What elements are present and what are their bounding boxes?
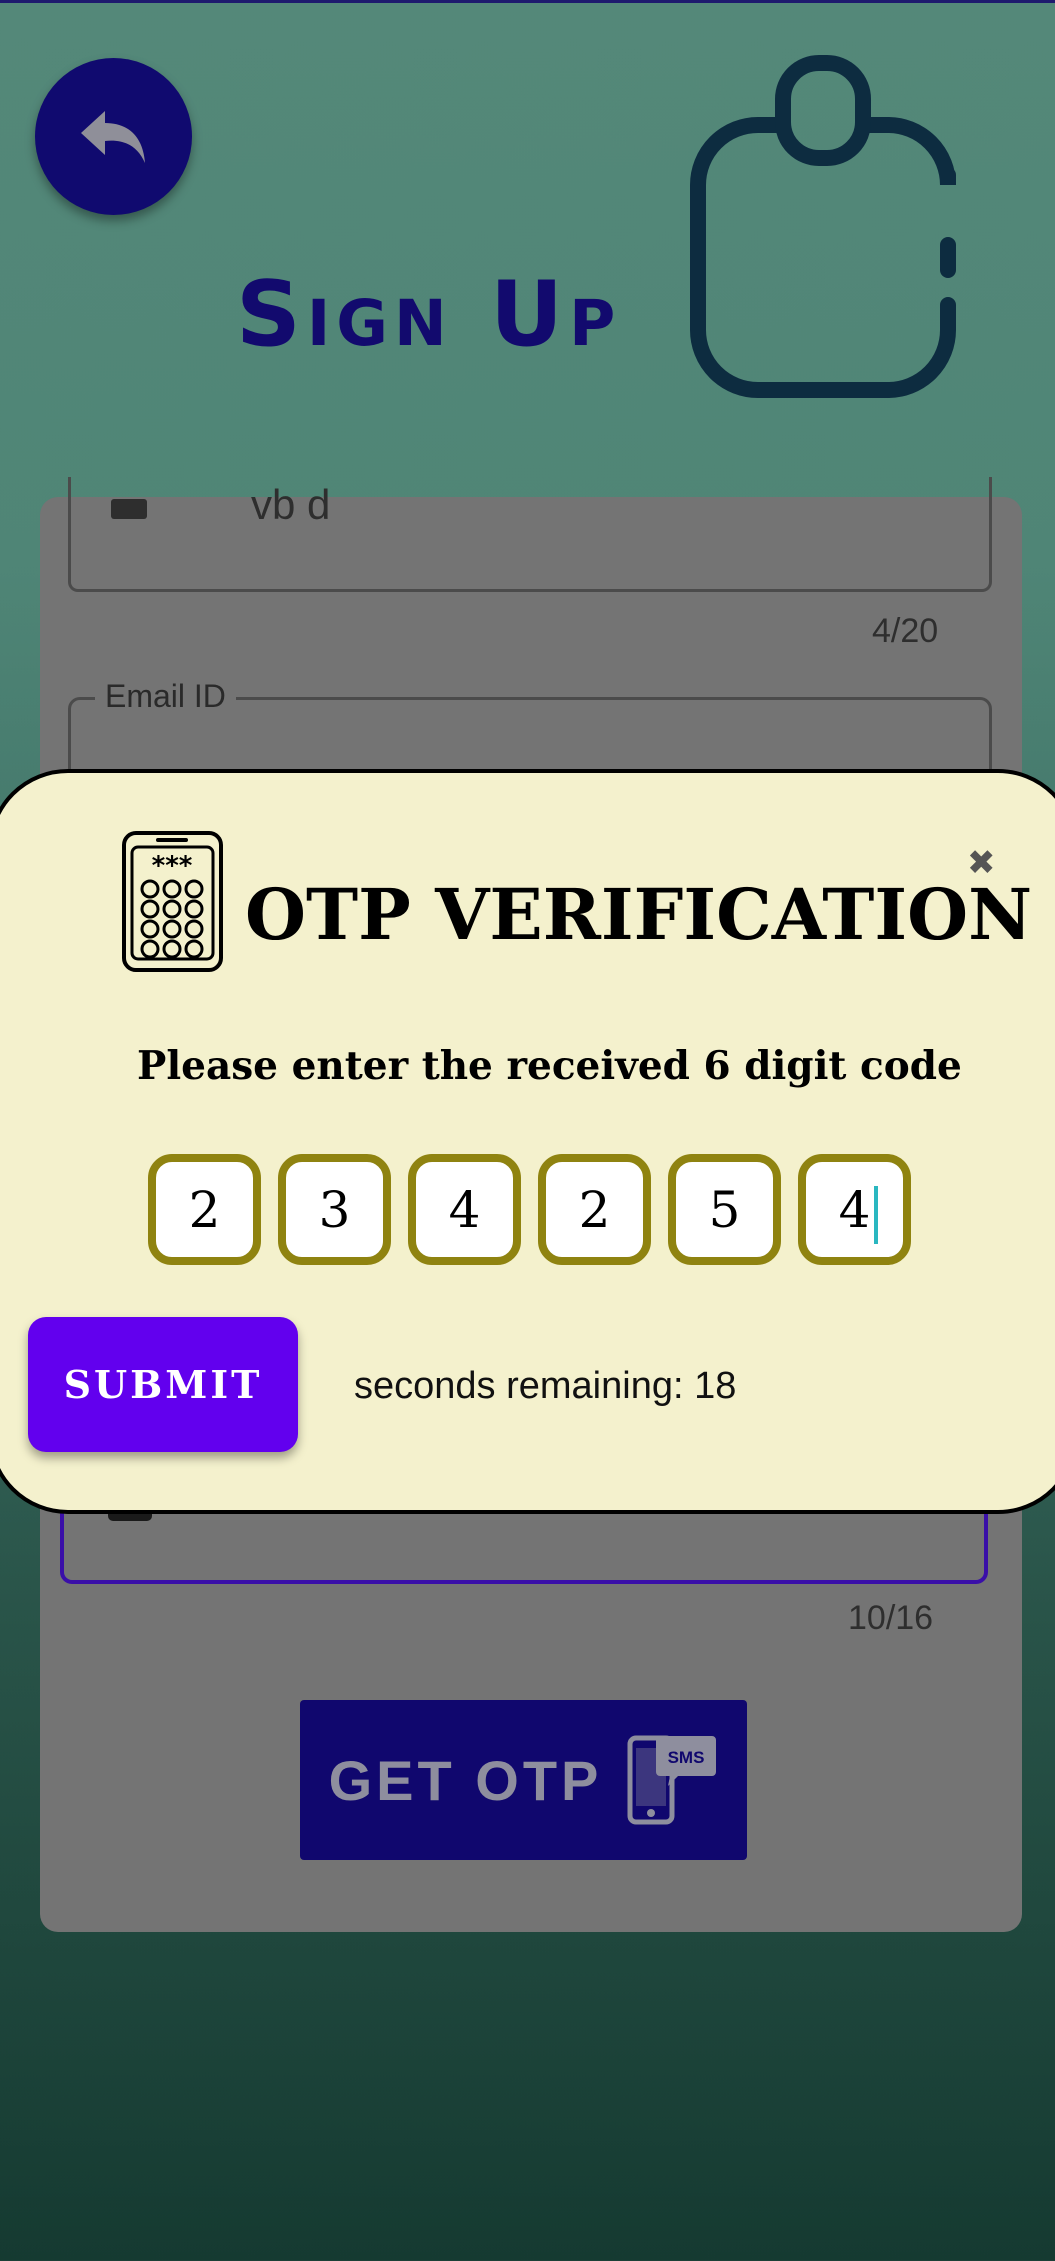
back-arrow-icon bbox=[80, 110, 145, 163]
back-button[interactable] bbox=[35, 58, 192, 215]
clipboard-icon bbox=[690, 55, 956, 398]
otp-digit-input[interactable]: 3 bbox=[278, 1154, 391, 1265]
email-label: Email ID bbox=[95, 678, 236, 715]
otp-digit-input[interactable]: 4 bbox=[408, 1154, 521, 1265]
sms-phone-icon: SMS bbox=[627, 1735, 717, 1825]
page-title: Sign Up bbox=[236, 262, 622, 367]
countdown-timer: seconds remaining: 18 bbox=[354, 1365, 737, 1407]
otp-digit-input[interactable]: 2 bbox=[148, 1154, 261, 1265]
name-value: vb d bbox=[251, 481, 331, 528]
text-caret bbox=[874, 1186, 878, 1244]
get-otp-label: GET OTP bbox=[328, 1748, 603, 1812]
name-counter: 4/20 bbox=[872, 612, 939, 650]
otp-digit-value: 4 bbox=[838, 1180, 871, 1239]
otp-dialog: ✖ *** OTP VERIFICATION Please enter the … bbox=[0, 769, 1055, 1514]
sms-badge: SMS bbox=[668, 1748, 705, 1767]
person-icon bbox=[111, 499, 147, 519]
submit-button[interactable]: SUBMIT bbox=[28, 1317, 298, 1452]
name-field[interactable]: vb d bbox=[68, 477, 992, 592]
get-otp-button[interactable]: GET OTP SMS bbox=[300, 1700, 747, 1860]
svg-text:***: *** bbox=[152, 851, 193, 881]
otp-digit-input[interactable]: 2 bbox=[538, 1154, 651, 1265]
status-line bbox=[0, 0, 1055, 3]
otp-input-group: 2 3 4 2 5 4 bbox=[148, 1154, 911, 1265]
otp-keypad-icon: *** bbox=[122, 831, 223, 972]
otp-title: OTP VERIFICATION bbox=[245, 873, 1033, 956]
phone-counter: 10/16 bbox=[848, 1599, 934, 1637]
otp-digit-input-active[interactable]: 4 bbox=[798, 1154, 911, 1265]
otp-instructions: Please enter the received 6 digit code bbox=[137, 1043, 962, 1089]
otp-digit-input[interactable]: 5 bbox=[668, 1154, 781, 1265]
